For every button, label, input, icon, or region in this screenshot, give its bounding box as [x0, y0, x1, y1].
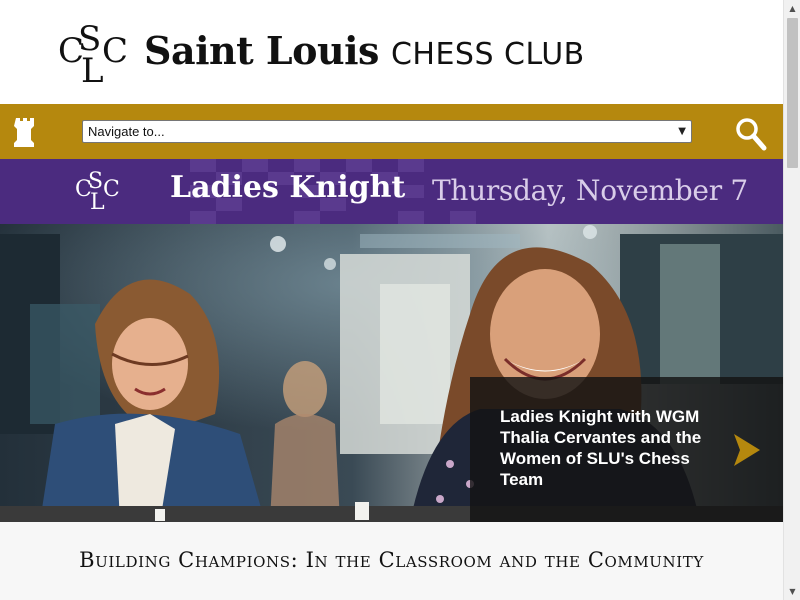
scrollbar-thumb[interactable] — [787, 18, 798, 168]
scroll-down-arrow-icon[interactable]: ▼ — [784, 583, 800, 600]
navigate-select-value: Navigate to... — [88, 124, 165, 139]
page: C S L C Saint Louis CHESS CLUB Navigate … — [0, 0, 783, 600]
hero-caption[interactable]: Ladies Knight with WGM Thalia Cervantes … — [500, 406, 725, 490]
tagline: Building Champions: In the Classroom and… — [79, 548, 704, 572]
chevron-down-icon: ▼ — [678, 126, 686, 137]
scroll-up-arrow-icon[interactable]: ▲ — [784, 0, 800, 17]
site-brand: Saint Louis — [144, 28, 379, 73]
svg-text:C: C — [102, 31, 128, 71]
rook-icon[interactable] — [14, 116, 36, 148]
site-subtitle: CHESS CLUB — [390, 37, 585, 72]
banner-cslc-logo: C S L C — [75, 169, 120, 211]
chevron-right-icon[interactable] — [730, 432, 764, 468]
svg-text:L: L — [81, 51, 104, 86]
search-icon[interactable] — [735, 117, 767, 151]
banner-date: Thursday, November 7 — [432, 174, 748, 207]
vertical-scrollbar[interactable]: ▲ ▼ — [783, 0, 800, 600]
navigate-select[interactable]: Navigate to... ▼ — [82, 120, 692, 143]
banner-title: Ladies Knight — [170, 170, 406, 205]
cslc-logo[interactable]: C S L C — [58, 20, 130, 86]
event-banner[interactable]: C S L C Ladies Knight Thursday, November… — [0, 159, 783, 224]
site-title[interactable]: Saint Louis CHESS CLUB — [144, 28, 585, 78]
svg-text:C: C — [103, 177, 120, 202]
site-header: C S L C Saint Louis CHESS CLUB — [0, 0, 783, 104]
